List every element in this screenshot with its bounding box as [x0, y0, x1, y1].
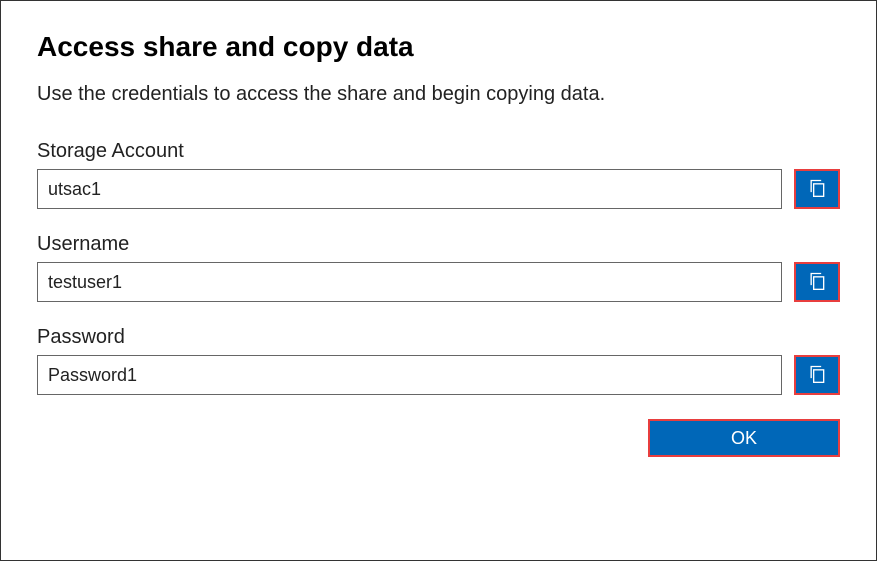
dialog-description: Use the credentials to access the share …: [37, 83, 840, 106]
password-label: Password: [37, 326, 840, 349]
copy-username-button[interactable]: [794, 262, 840, 302]
dialog-button-row: OK: [37, 419, 840, 457]
username-group: Username: [37, 233, 840, 302]
copy-icon: [807, 363, 827, 388]
password-input[interactable]: [37, 355, 782, 395]
username-input[interactable]: [37, 262, 782, 302]
dialog-title: Access share and copy data: [37, 31, 840, 63]
storage-account-input[interactable]: [37, 169, 782, 209]
copy-icon: [807, 270, 827, 295]
storage-account-row: [37, 169, 840, 209]
password-row: [37, 355, 840, 395]
storage-account-group: Storage Account: [37, 140, 840, 209]
copy-icon: [807, 177, 827, 202]
ok-button[interactable]: OK: [648, 419, 840, 457]
storage-account-label: Storage Account: [37, 140, 840, 163]
copy-storage-account-button[interactable]: [794, 169, 840, 209]
password-group: Password: [37, 326, 840, 395]
copy-password-button[interactable]: [794, 355, 840, 395]
username-row: [37, 262, 840, 302]
username-label: Username: [37, 233, 840, 256]
